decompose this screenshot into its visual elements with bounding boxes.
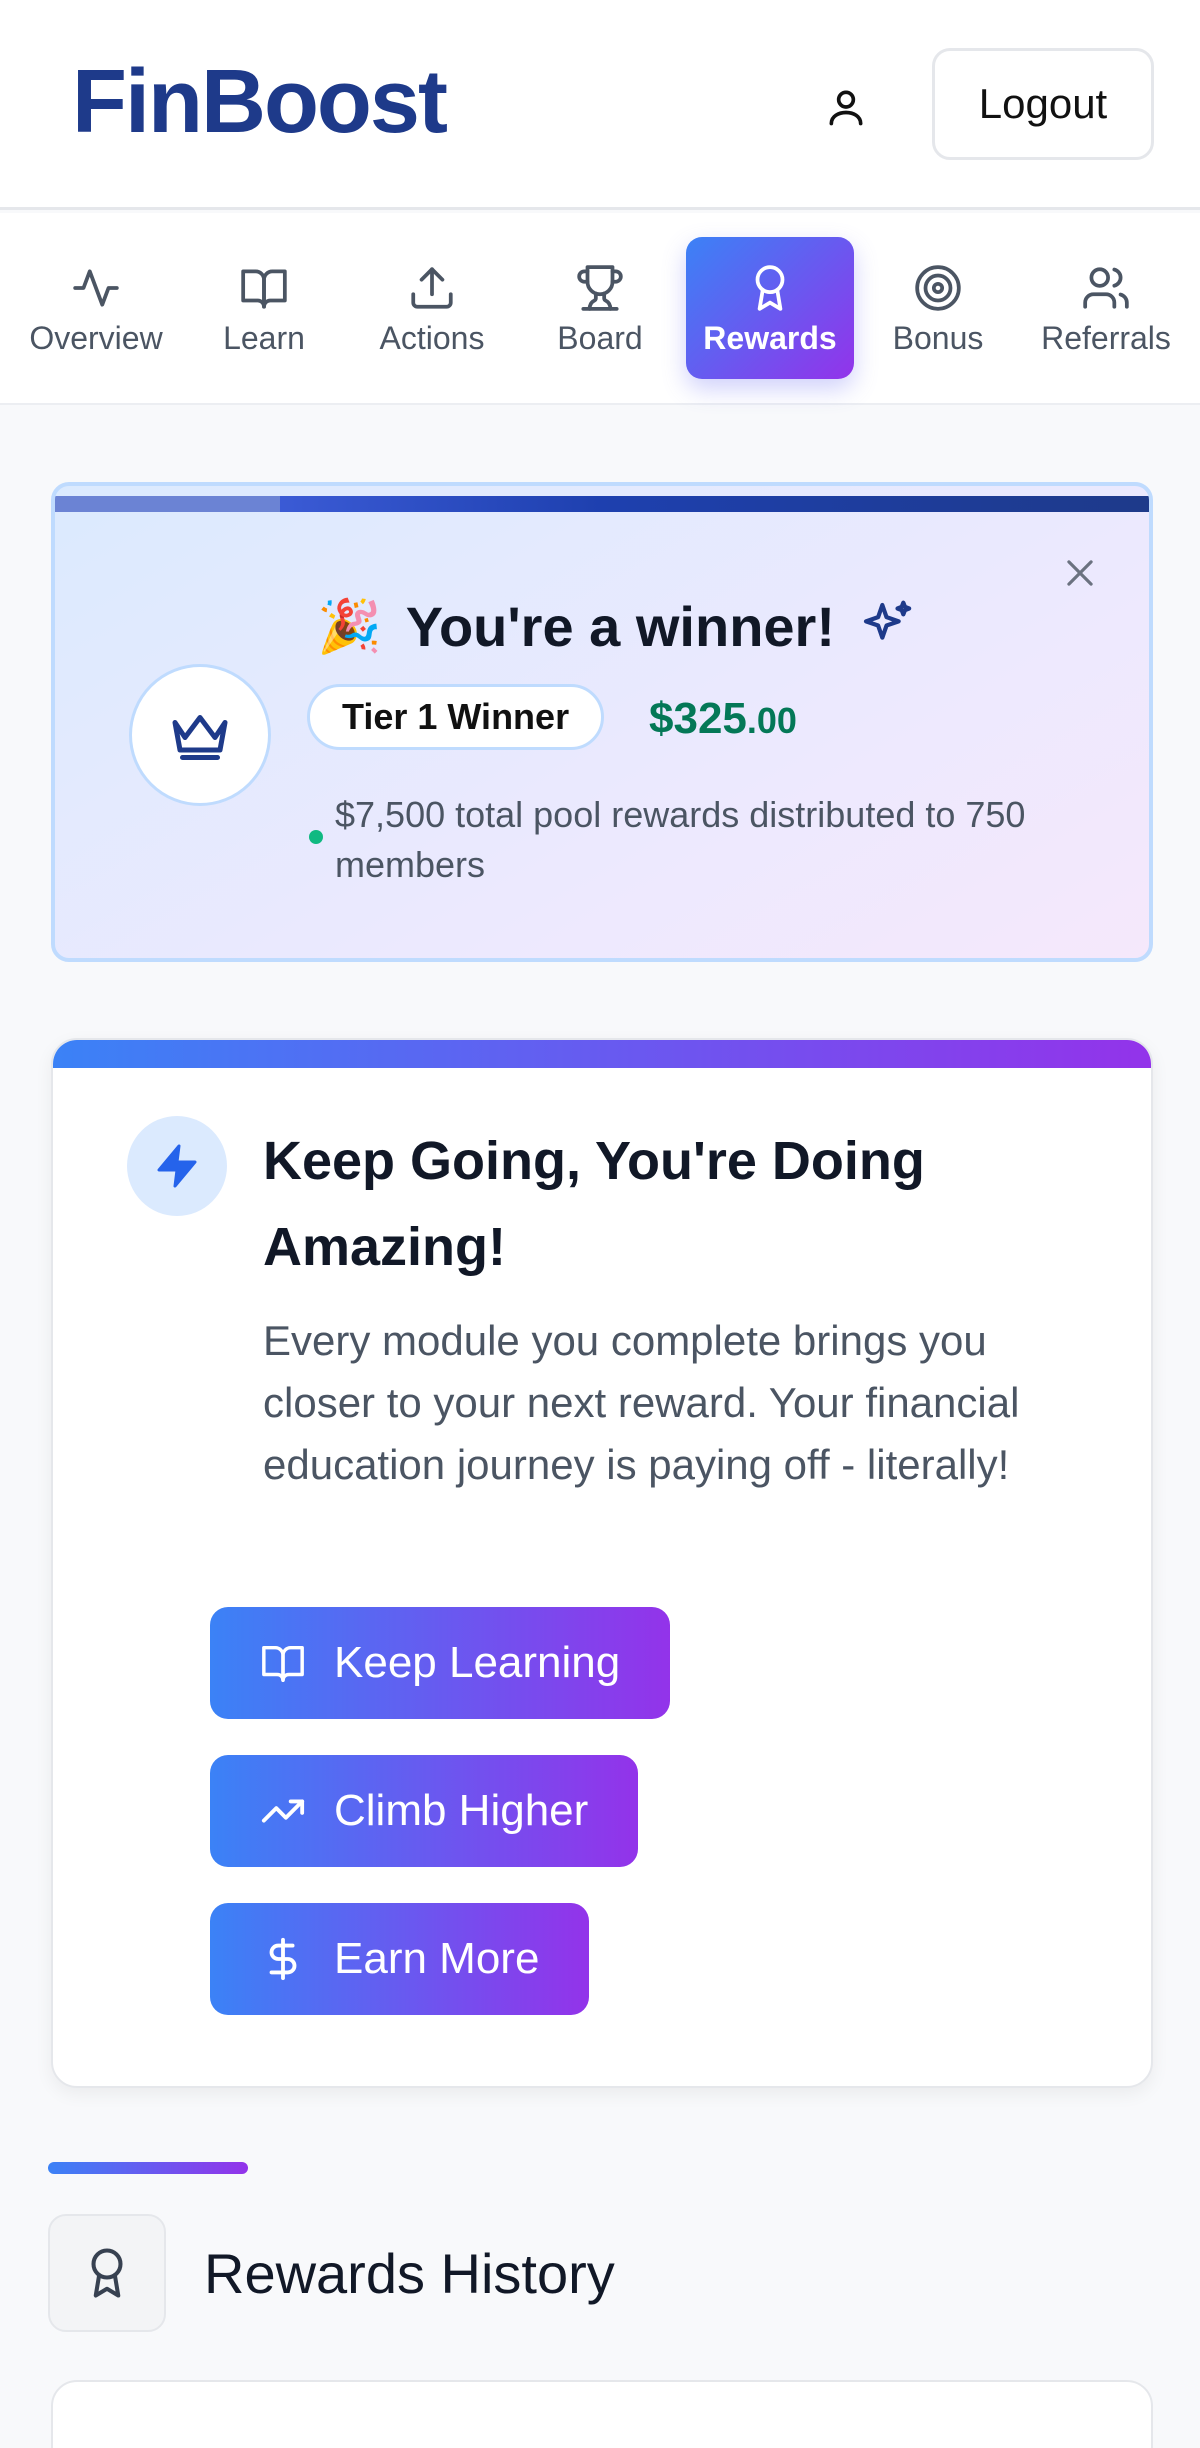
close-icon[interactable]	[1055, 548, 1105, 598]
status-dot	[309, 830, 323, 844]
tab-board[interactable]: Board	[516, 237, 684, 379]
award-icon	[48, 2214, 166, 2332]
app-header: FinBoost Logout	[0, 0, 1200, 210]
motivation-body: Every module you complete brings you clo…	[263, 1317, 1020, 1488]
tier-badge: Tier 1 Winner	[307, 684, 605, 750]
tab-label: Actions	[379, 319, 485, 356]
tab-label: Learn	[223, 319, 305, 356]
logout-button[interactable]: Logout	[932, 48, 1154, 160]
amount-main: $325	[649, 694, 747, 743]
motivation-title: Keep Going, You're Doing Amazing!	[263, 1131, 925, 1277]
activity-icon	[71, 260, 121, 316]
tab-actions[interactable]: Actions	[348, 237, 516, 379]
section-accent	[48, 2162, 248, 2174]
tab-overview[interactable]: Overview	[12, 237, 180, 379]
book-open-icon	[260, 1640, 306, 1686]
crown-icon	[129, 664, 271, 806]
progress-strip	[55, 496, 1149, 512]
sparkles-icon	[859, 598, 915, 654]
tab-bar: Overview Learn Actions Board Rewards Bon…	[0, 213, 1200, 405]
winner-banner: 🎉 You're a winner! Tier 1 Winner $325.00…	[51, 482, 1153, 962]
finboost-logo[interactable]: FinBoost	[72, 52, 448, 152]
trending-up-icon	[260, 1788, 306, 1834]
button-label: Earn More	[334, 1934, 540, 1983]
earn-more-button[interactable]: Earn More	[210, 1903, 590, 2015]
climb-higher-button[interactable]: Climb Higher	[210, 1755, 639, 1867]
gradient-strip	[53, 1040, 1151, 1068]
amount-cents: .00	[746, 700, 797, 741]
keep-learning-button[interactable]: Keep Learning	[210, 1607, 671, 1719]
tab-bonus[interactable]: Bonus	[854, 237, 1022, 379]
tab-label: Overview	[29, 319, 163, 356]
reward-amount: $325.00	[649, 686, 797, 752]
trophy-icon	[575, 260, 625, 316]
book-open-icon	[239, 260, 289, 316]
lightning-icon	[127, 1116, 227, 1216]
target-icon	[913, 260, 963, 316]
party-popper-icon: 🎉	[317, 597, 382, 656]
upload-icon	[407, 260, 457, 316]
button-label: Keep Learning	[334, 1638, 621, 1687]
pool-summary: $7,500 total pool rewards distributed to…	[335, 794, 1026, 885]
user-icon[interactable]	[816, 72, 876, 142]
users-icon	[1081, 260, 1131, 316]
button-label: Climb Higher	[334, 1786, 589, 1835]
tab-label: Referrals	[1041, 319, 1171, 356]
dollar-sign-icon	[260, 1936, 306, 1982]
tab-label: Bonus	[892, 319, 984, 356]
tab-referrals[interactable]: Referrals	[1022, 237, 1190, 379]
tab-label: Board	[557, 319, 643, 356]
winner-title-text: You're a winner!	[405, 594, 835, 658]
winner-title: 🎉 You're a winner!	[317, 586, 915, 666]
tab-label: Rewards	[703, 319, 837, 356]
rewards-history-card	[51, 2380, 1153, 2448]
rewards-history-title: Rewards History	[204, 2242, 615, 2305]
award-icon	[745, 260, 795, 316]
tab-rewards[interactable]: Rewards	[686, 237, 854, 379]
tab-learn[interactable]: Learn	[180, 237, 348, 379]
